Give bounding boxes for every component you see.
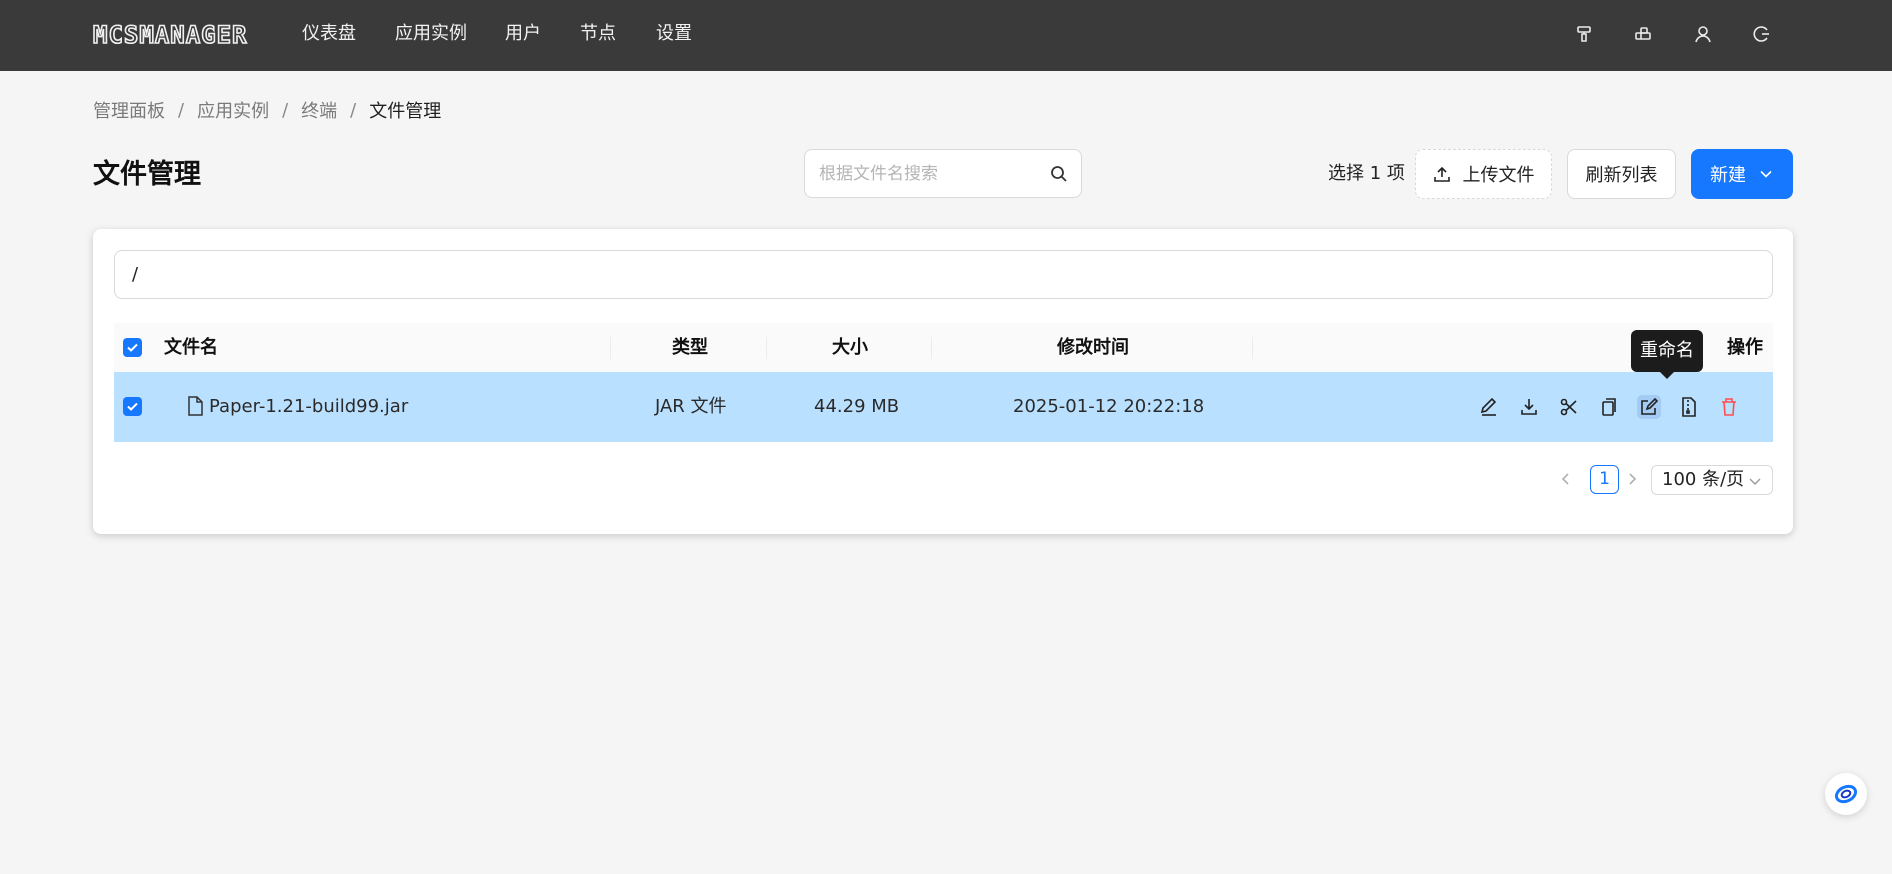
logout-icon[interactable] — [1752, 24, 1772, 44]
nav-item-dashboard[interactable]: 仪表盘 — [302, 22, 356, 46]
prev-page-icon[interactable] — [1558, 469, 1574, 489]
assistant-icon — [1834, 784, 1858, 804]
breadcrumb-item-instances[interactable]: 应用实例 — [197, 97, 269, 123]
column-header-size[interactable]: 大小 — [832, 323, 868, 372]
page-1-button[interactable]: 1 — [1590, 465, 1619, 494]
new-label: 新建 — [1710, 165, 1746, 186]
file-name[interactable]: Paper-1.21-build99.jar — [209, 372, 408, 442]
upload-file-button[interactable]: 上传文件 — [1415, 149, 1552, 199]
top-navbar: MCSMANAGER 仪表盘 应用实例 用户 节点 设置 — [0, 0, 1892, 71]
column-divider — [1252, 337, 1253, 359]
page-title: 文件管理 — [93, 159, 201, 190]
nav-item-users[interactable]: 用户 — [505, 22, 541, 46]
breadcrumb: 管理面板 / 应用实例 / 终端 / 文件管理 — [93, 97, 442, 123]
refresh-list-label: 刷新列表 — [1585, 165, 1658, 186]
copy-icon[interactable] — [1597, 395, 1621, 419]
upload-file-label: 上传文件 — [1462, 165, 1535, 186]
upload-icon — [1433, 166, 1450, 182]
page-size-value: 100 条/页 — [1662, 469, 1745, 490]
file-type: JAR 文件 — [655, 396, 727, 417]
file-icon — [186, 396, 204, 416]
row-checkbox[interactable] — [123, 397, 142, 416]
column-header-type[interactable]: 类型 — [672, 323, 708, 372]
page-size-select[interactable]: 100 条/页 — [1651, 465, 1773, 495]
rename-icon[interactable] — [1637, 395, 1661, 419]
file-modified: 2025-01-12 20:22:18 — [1013, 396, 1205, 417]
path-input[interactable]: / — [114, 250, 1773, 299]
chevron-down-icon — [1760, 170, 1772, 178]
download-icon[interactable] — [1517, 395, 1541, 419]
nav-item-settings[interactable]: 设置 — [656, 22, 692, 46]
search-box — [804, 149, 1082, 198]
file-size: 44.29 MB — [814, 396, 900, 417]
app-logo[interactable]: MCSMANAGER — [92, 21, 248, 49]
breadcrumb-item-terminal[interactable]: 终端 — [301, 97, 337, 123]
breadcrumb-item-panel[interactable]: 管理面板 — [93, 97, 165, 123]
search-input[interactable] — [819, 150, 1039, 197]
column-divider — [610, 337, 611, 359]
table-header: 文件名 类型 大小 修改时间 操作 — [114, 323, 1773, 372]
next-page-icon[interactable] — [1624, 469, 1640, 489]
chevron-down-icon — [1749, 478, 1761, 485]
column-header-name[interactable]: 文件名 — [164, 323, 218, 372]
column-header-actions: 操作 — [1727, 337, 1763, 358]
breadcrumb-separator: / — [282, 99, 289, 121]
rename-tooltip: 重命名 — [1631, 330, 1703, 379]
nav-item-instances[interactable]: 应用实例 — [395, 22, 467, 46]
refresh-list-button[interactable]: 刷新列表 — [1567, 149, 1676, 199]
user-icon[interactable] — [1693, 24, 1713, 44]
breadcrumb-separator: / — [178, 99, 185, 121]
edit-icon[interactable] — [1477, 395, 1501, 419]
file-manager-card: / 文件名 类型 大小 修改时间 操作 Paper-1.21-build99.j… — [93, 229, 1793, 534]
table-row[interactable]: Paper-1.21-build99.jar JAR 文件 44.29 MB 2… — [114, 372, 1773, 442]
cut-icon[interactable] — [1557, 395, 1581, 419]
paint-brush-icon[interactable] — [1574, 24, 1594, 44]
layout-icon[interactable] — [1633, 24, 1653, 44]
new-dropdown-button[interactable]: 新建 — [1691, 149, 1793, 199]
column-divider — [931, 337, 932, 359]
search-icon[interactable] — [1049, 164, 1069, 184]
floating-assistant-button[interactable] — [1825, 773, 1867, 815]
column-header-modified[interactable]: 修改时间 — [1057, 323, 1129, 372]
select-all-checkbox[interactable] — [123, 338, 142, 357]
breadcrumb-item-current: 文件管理 — [369, 101, 442, 122]
column-divider — [766, 337, 767, 359]
compress-icon[interactable] — [1677, 395, 1701, 419]
breadcrumb-separator: / — [350, 99, 357, 121]
delete-icon[interactable] — [1717, 395, 1741, 419]
selected-count: 选择 1 项 — [1328, 163, 1405, 184]
nav-item-nodes[interactable]: 节点 — [580, 22, 616, 46]
